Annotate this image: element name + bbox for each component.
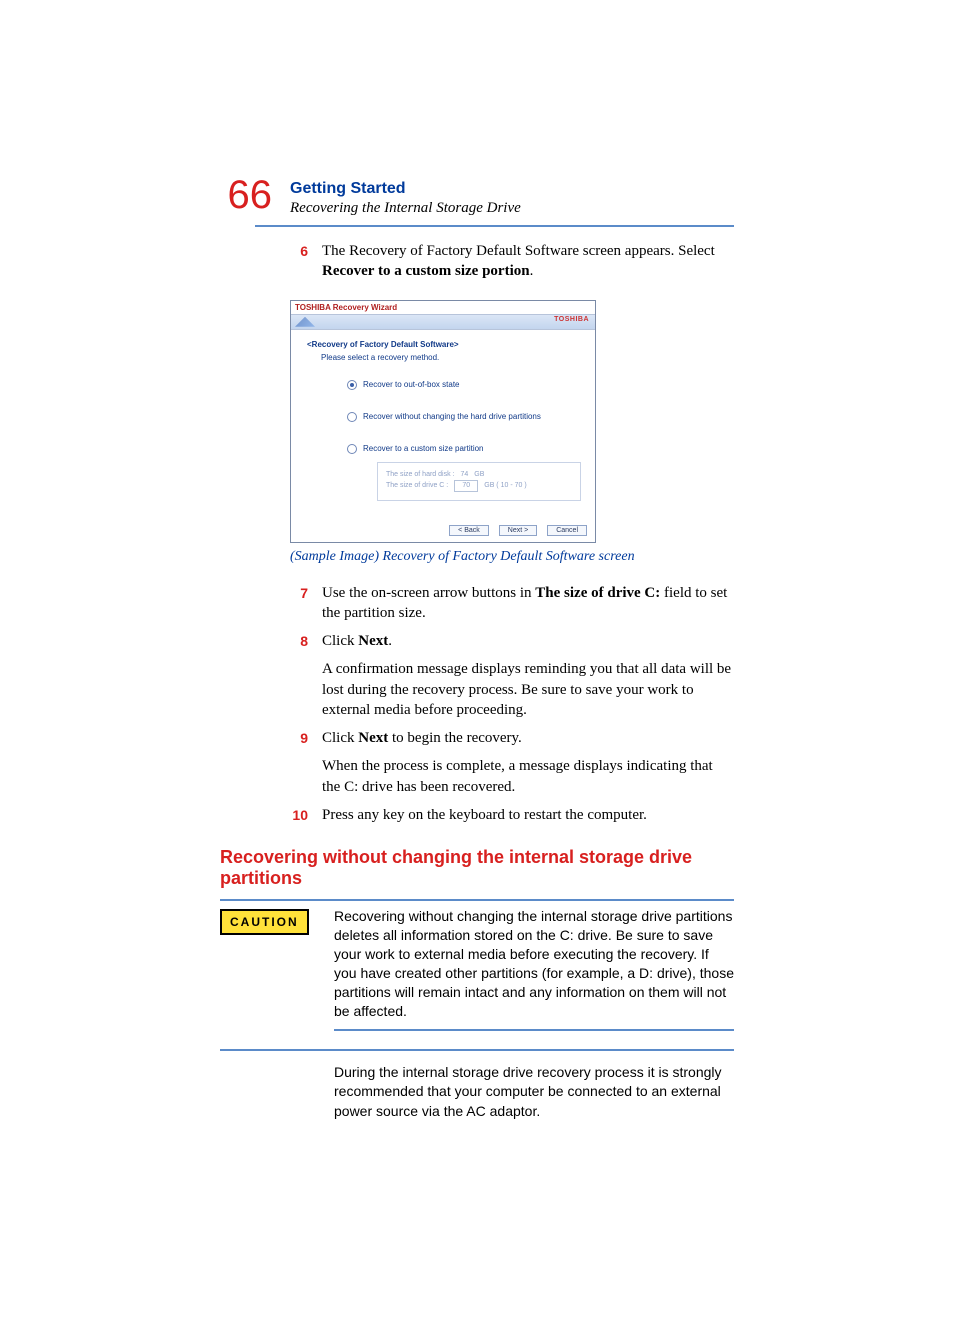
- step-body: Click Next to begin the recovery. When th…: [322, 728, 734, 797]
- step-item: 9 Click Next to begin the recovery. When t…: [290, 724, 734, 801]
- document-page: 66 Getting Started Recovering the Intern…: [0, 0, 954, 1321]
- caution-rule-bottom: [334, 1029, 734, 1031]
- step-body: The Recovery of Factory Default Software…: [322, 241, 734, 282]
- note-rule-top: [220, 1049, 734, 1051]
- caution-badge-wrap: CAUTION: [220, 907, 320, 1020]
- wizard-options: Recover to out-of-box state Recover witho…: [321, 380, 581, 454]
- hard-disk-size-unit: GB: [474, 471, 484, 478]
- step-number: 10: [290, 805, 308, 825]
- step-body: Press any key on the keyboard to restart…: [322, 805, 647, 825]
- step-paragraph: Use the on-screen arrow buttons in The s…: [322, 583, 734, 624]
- wizard-brand: TOSHIBA: [554, 316, 589, 323]
- figure-caption: (Sample Image) Recovery of Factory Defau…: [290, 549, 734, 565]
- recovery-option-label: Recover without changing the hard drive …: [363, 412, 541, 421]
- step-item: 7 Use the on-screen arrow buttons in The …: [290, 579, 734, 628]
- caution-text: Recovering without changing the internal…: [334, 907, 734, 1020]
- recovery-option[interactable]: Recover without changing the hard drive …: [347, 412, 581, 422]
- caution-callout: CAUTION Recovering without changing the …: [220, 907, 734, 1020]
- radio-icon[interactable]: [347, 380, 357, 390]
- step-paragraph: Click Next.: [322, 631, 734, 651]
- drive-c-size-row: The size of drive C : 70 GB ( 10 - 70 ): [386, 480, 572, 492]
- wizard-body: <Recovery of Factory Default Software> P…: [291, 330, 595, 519]
- recovery-option[interactable]: Recover to a custom size partition: [347, 444, 581, 454]
- page-header: 66 Getting Started Recovering the Intern…: [220, 175, 734, 217]
- recovery-wizard-figure: TOSHIBA Recovery Wizard TOSHIBA <Recover…: [290, 300, 596, 543]
- step-paragraph: A confirmation message displays remindin…: [322, 659, 734, 720]
- step-number: 8: [290, 631, 308, 720]
- recovery-option-label: Recover to out-of-box state: [363, 380, 460, 389]
- step-item: 10 Press any key on the keyboard to resta…: [290, 801, 734, 829]
- hard-disk-size-value: 74: [460, 471, 468, 478]
- step-body: Use the on-screen arrow buttons in The s…: [322, 583, 734, 624]
- back-button[interactable]: < Back: [449, 525, 489, 536]
- header-rule: [255, 225, 734, 227]
- note-text: During the internal storage drive recove…: [334, 1063, 734, 1122]
- next-button[interactable]: Next >: [499, 525, 537, 536]
- hard-disk-size-row: The size of hard disk : 74 GB: [386, 471, 572, 478]
- steps-list-top: 6 The Recovery of Factory Default Softwar…: [290, 237, 734, 286]
- step-paragraph: Press any key on the keyboard to restart…: [322, 805, 647, 825]
- wizard-heading: <Recovery of Factory Default Software>: [307, 340, 581, 349]
- custom-size-panel: The size of hard disk : 74 GB The size o…: [377, 462, 581, 501]
- step-body: Click Next. A confirmation message displa…: [322, 631, 734, 720]
- caution-badge: CAUTION: [220, 909, 309, 935]
- wizard-subheading: Please select a recovery method.: [321, 353, 581, 362]
- step-number: 7: [290, 583, 308, 624]
- step-paragraph: Click Next to begin the recovery.: [322, 728, 734, 748]
- caution-rule-top: [220, 899, 734, 901]
- step-item: 8 Click Next. A confirmation message displ…: [290, 627, 734, 724]
- subsection-heading: Recovering without changing the internal…: [220, 847, 734, 889]
- step-paragraph: When the process is complete, a message …: [322, 756, 734, 797]
- hard-disk-size-label: The size of hard disk :: [386, 471, 454, 478]
- header-text: Getting Started Recovering the Internal …: [290, 175, 521, 217]
- steps-list-bottom: 7 Use the on-screen arrow buttons in The …: [290, 579, 734, 830]
- caution-paragraph: Recovering without changing the internal…: [334, 907, 734, 1020]
- step-paragraph: The Recovery of Factory Default Software…: [322, 241, 734, 282]
- chapter-title: Getting Started: [290, 179, 521, 198]
- step-number: 9: [290, 728, 308, 797]
- step-number: 6: [290, 241, 308, 282]
- recovery-option-label: Recover to a custom size partition: [363, 444, 484, 453]
- drive-c-size-label: The size of drive C :: [386, 482, 448, 489]
- drive-c-size-unit: GB ( 10 - 70 ): [484, 482, 526, 489]
- cancel-button[interactable]: Cancel: [547, 525, 587, 536]
- drive-c-size-input[interactable]: 70: [454, 480, 478, 492]
- wizard-window-title: TOSHIBA Recovery Wizard: [291, 301, 595, 315]
- page-number: 66: [220, 175, 272, 215]
- wizard-banner: TOSHIBA: [291, 315, 595, 330]
- section-title: Recovering the Internal Storage Drive: [290, 198, 521, 217]
- radio-icon[interactable]: [347, 444, 357, 454]
- radio-icon[interactable]: [347, 412, 357, 422]
- wizard-footer: < Back Next > Cancel: [291, 519, 595, 542]
- step-item: 6 The Recovery of Factory Default Softwar…: [290, 237, 734, 286]
- recovery-option[interactable]: Recover to out-of-box state: [347, 380, 581, 390]
